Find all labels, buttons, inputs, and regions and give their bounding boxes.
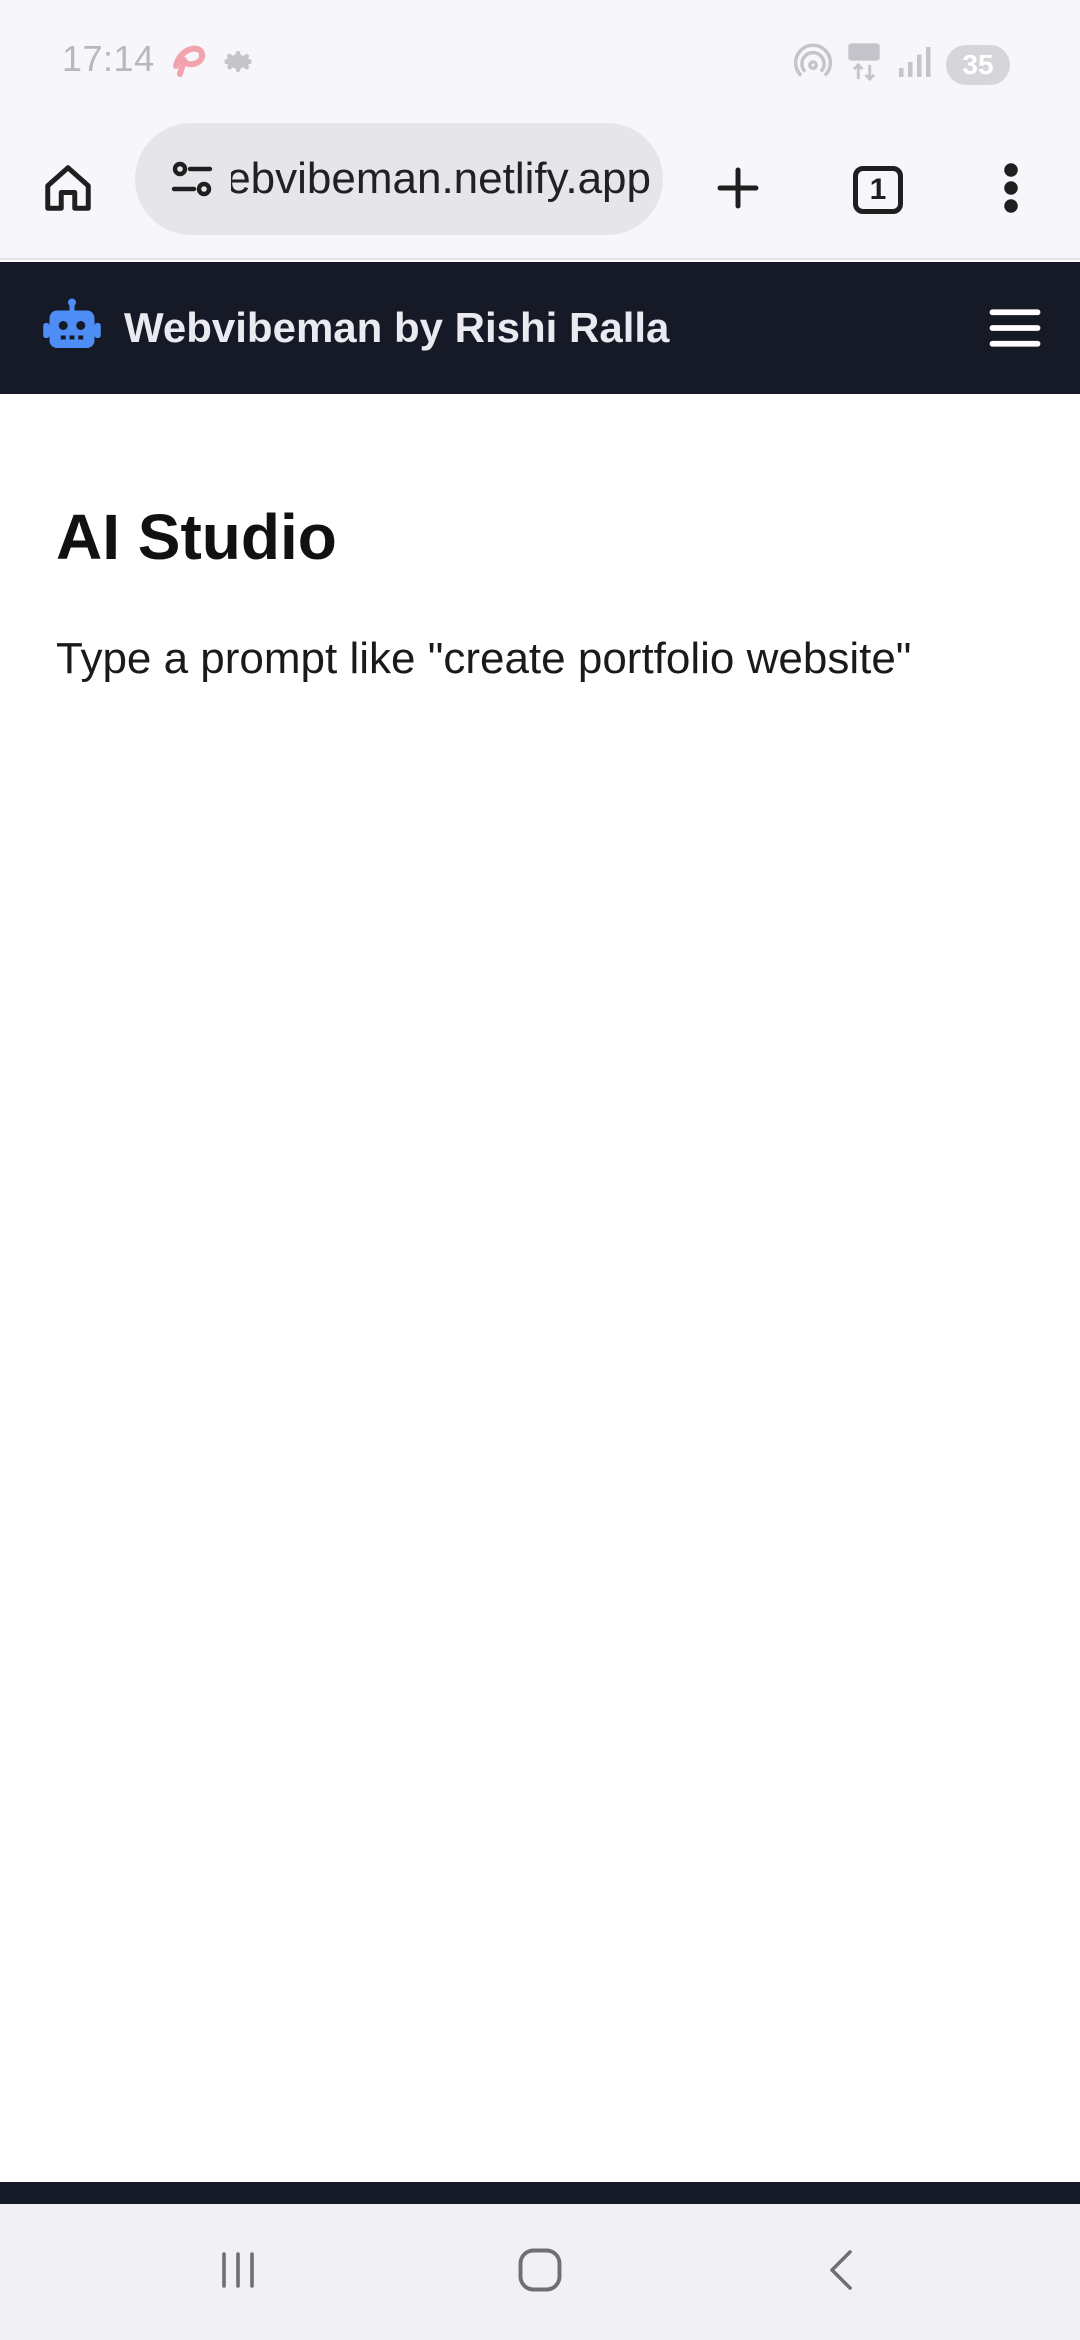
page-title: AI Studio [56,501,337,573]
home-nav-icon [514,2244,566,2301]
back-button[interactable] [772,2204,912,2340]
home-nav-button[interactable] [470,2204,610,2340]
back-icon [818,2244,866,2301]
screen: 17:14 35 webvibeman.netlify.app 1 Webvib… [0,0,1080,2340]
tabs-icon: 1 [853,166,903,214]
site-brand-title[interactable]: Webvibeman by Rishi Ralla [124,262,669,394]
signal-icon [896,44,932,85]
settings-gear-icon [220,42,256,83]
robot-icon[interactable] [42,298,102,363]
system-navigation-bar [0,2204,1080,2340]
browser-toolbar: webvibeman.netlify.app 1 [0,120,1080,260]
address-bar[interactable]: webvibeman.netlify.app [135,123,663,235]
carrier-logo-icon [170,42,210,83]
hamburger-icon[interactable] [988,300,1042,356]
more-vert-icon [1001,161,1021,220]
network-5g-icon [846,42,882,87]
status-time: 17:14 [62,38,155,79]
system-icons: 35 [793,42,1010,87]
notification-icons [170,42,256,83]
url-text: webvibeman.netlify.app [231,154,651,203]
home-icon [41,161,95,220]
battery-indicator: 35 [946,44,1010,85]
recent-apps-button[interactable] [168,2204,308,2340]
site-header: Webvibeman by Rishi Ralla [0,262,1080,394]
browser-home-button[interactable] [20,120,116,260]
new-tab-button[interactable] [690,120,786,260]
main-content: AI Studio Type a prompt like "create por… [56,500,1036,684]
site-footer [0,2182,1080,2204]
site-settings-icon[interactable] [157,155,227,203]
browser-menu-button[interactable] [976,120,1046,260]
tab-switcher-button[interactable]: 1 [830,120,926,260]
status-bar: 17:14 35 [0,0,1080,120]
plus-icon [711,161,765,220]
page-description: Type a prompt like "create portfolio web… [56,634,912,683]
hotspot-icon [793,43,833,86]
recent-apps-icon [214,2246,262,2299]
